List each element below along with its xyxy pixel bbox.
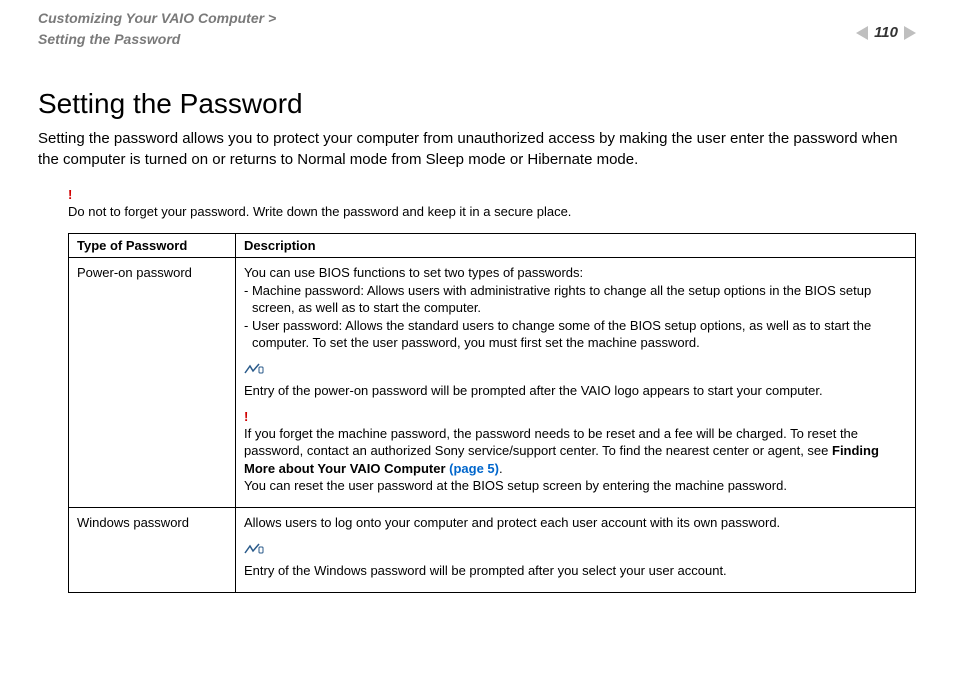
bullet-line: - Machine password: Allows users with ad…: [244, 282, 907, 300]
warn-period: .: [499, 461, 503, 476]
note-text: Entry of the Windows password will be pr…: [244, 563, 727, 578]
warn-text-part: If you forget the machine password, the …: [244, 426, 858, 459]
pager: 110: [856, 24, 916, 41]
next-page-arrow-icon[interactable]: [904, 26, 916, 40]
prev-page-arrow-icon[interactable]: [856, 26, 868, 40]
breadcrumb-line-2: Setting the Password: [38, 31, 180, 47]
desc-lead: You can use BIOS functions to set two ty…: [244, 265, 583, 280]
bullet-line: - User password: Allows the standard use…: [244, 317, 907, 335]
cell-type: Windows password: [69, 508, 236, 593]
note-text: Entry of the power-on password will be p…: [244, 383, 823, 398]
cell-description: Allows users to log onto your computer a…: [236, 508, 916, 593]
breadcrumb: Customizing Your VAIO Computer > Setting…: [38, 8, 276, 50]
bullet-cont: screen, as well as to start the computer…: [244, 299, 907, 317]
note-icon: [244, 542, 907, 561]
top-warning: ! Do not to forget your password. Write …: [68, 188, 916, 221]
page-number: 110: [874, 24, 898, 41]
password-table: Type of Password Description Power-on pa…: [68, 233, 916, 593]
intro-paragraph: Setting the password allows you to prote…: [38, 128, 916, 170]
top-warning-text: Do not to forget your password. Write do…: [68, 204, 571, 219]
cell-type: Power-on password: [69, 258, 236, 508]
desc-lead: Allows users to log onto your computer a…: [244, 515, 780, 530]
warning-icon: !: [244, 410, 907, 423]
bullet-cont: computer. To set the user password, you …: [244, 334, 907, 352]
cell-description: You can use BIOS functions to set two ty…: [236, 258, 916, 508]
th-type: Type of Password: [69, 234, 236, 258]
note-icon: [244, 362, 907, 381]
table-row: Power-on password You can use BIOS funct…: [69, 258, 916, 508]
table-row: Windows password Allows users to log ont…: [69, 508, 916, 593]
page-link[interactable]: (page 5): [449, 461, 499, 476]
breadcrumb-line-1: Customizing Your VAIO Computer >: [38, 10, 276, 26]
th-description: Description: [236, 234, 916, 258]
warning-icon: !: [68, 188, 916, 201]
warn-text-part: You can reset the user password at the B…: [244, 478, 787, 493]
page-header: Customizing Your VAIO Computer > Setting…: [38, 8, 916, 50]
page-title: Setting the Password: [38, 88, 916, 120]
